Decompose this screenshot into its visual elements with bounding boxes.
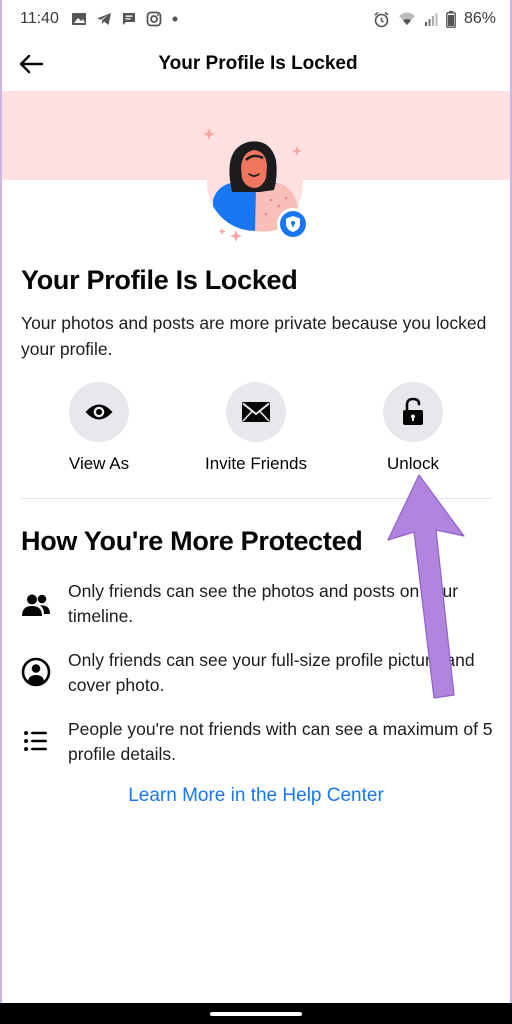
status-bar: 11:40 86%: [0, 0, 512, 38]
dot-icon: [172, 16, 178, 22]
wifi-icon: [398, 12, 415, 25]
battery-percent: 86%: [463, 10, 496, 27]
system-nav-bar: [0, 1003, 512, 1024]
invite-friends-button[interactable]: Invite Friends: [181, 382, 331, 474]
view-as-button[interactable]: View As: [24, 382, 174, 474]
image-icon: [71, 13, 86, 25]
telegram-icon: [96, 13, 111, 25]
envelope-icon: [242, 402, 270, 422]
view-as-icon-circle[interactable]: [69, 382, 129, 442]
friends-icon: [20, 589, 52, 621]
home-handle[interactable]: [210, 1011, 302, 1016]
unlock-icon-circle[interactable]: [383, 382, 443, 442]
list-icon: [20, 725, 52, 757]
back-arrow-icon: [19, 54, 44, 74]
notification-icons: [71, 11, 179, 27]
locked-description: Your photos and posts are more private b…: [21, 313, 487, 359]
eye-icon: [85, 404, 113, 420]
invite-friends-icon-circle[interactable]: [226, 382, 286, 442]
profile-actions: View As Invite Friends Unlock: [0, 382, 512, 482]
signal-icon: [424, 13, 438, 26]
alarm-icon: [374, 11, 389, 27]
protection-item-text: People you're not friends with can see a…: [68, 719, 493, 764]
status-time: 11:40: [20, 10, 59, 27]
help-center-link[interactable]: Learn More in the Help Center: [0, 785, 512, 807]
protection-title: How You're More Protected: [21, 526, 363, 556]
view-as-label: View As: [68, 454, 130, 473]
locked-profile-illustration: [203, 128, 309, 242]
battery-icon: [446, 10, 456, 28]
profile-circle-icon: [20, 656, 52, 688]
back-button[interactable]: [16, 50, 46, 78]
system-icons: 86%: [373, 10, 496, 28]
annotation-arrow: [387, 474, 465, 699]
unlock-icon: [403, 397, 423, 425]
message-icon: [122, 13, 135, 25]
instagram-icon: [146, 11, 162, 27]
locked-section-title: Your Profile Is Locked: [21, 265, 298, 295]
app-header: Your Profile Is Locked: [0, 38, 512, 90]
page-title: Your Profile Is Locked: [158, 53, 358, 74]
unlock-button[interactable]: Unlock: [338, 382, 488, 474]
invite-friends-label: Invite Friends: [204, 454, 308, 473]
